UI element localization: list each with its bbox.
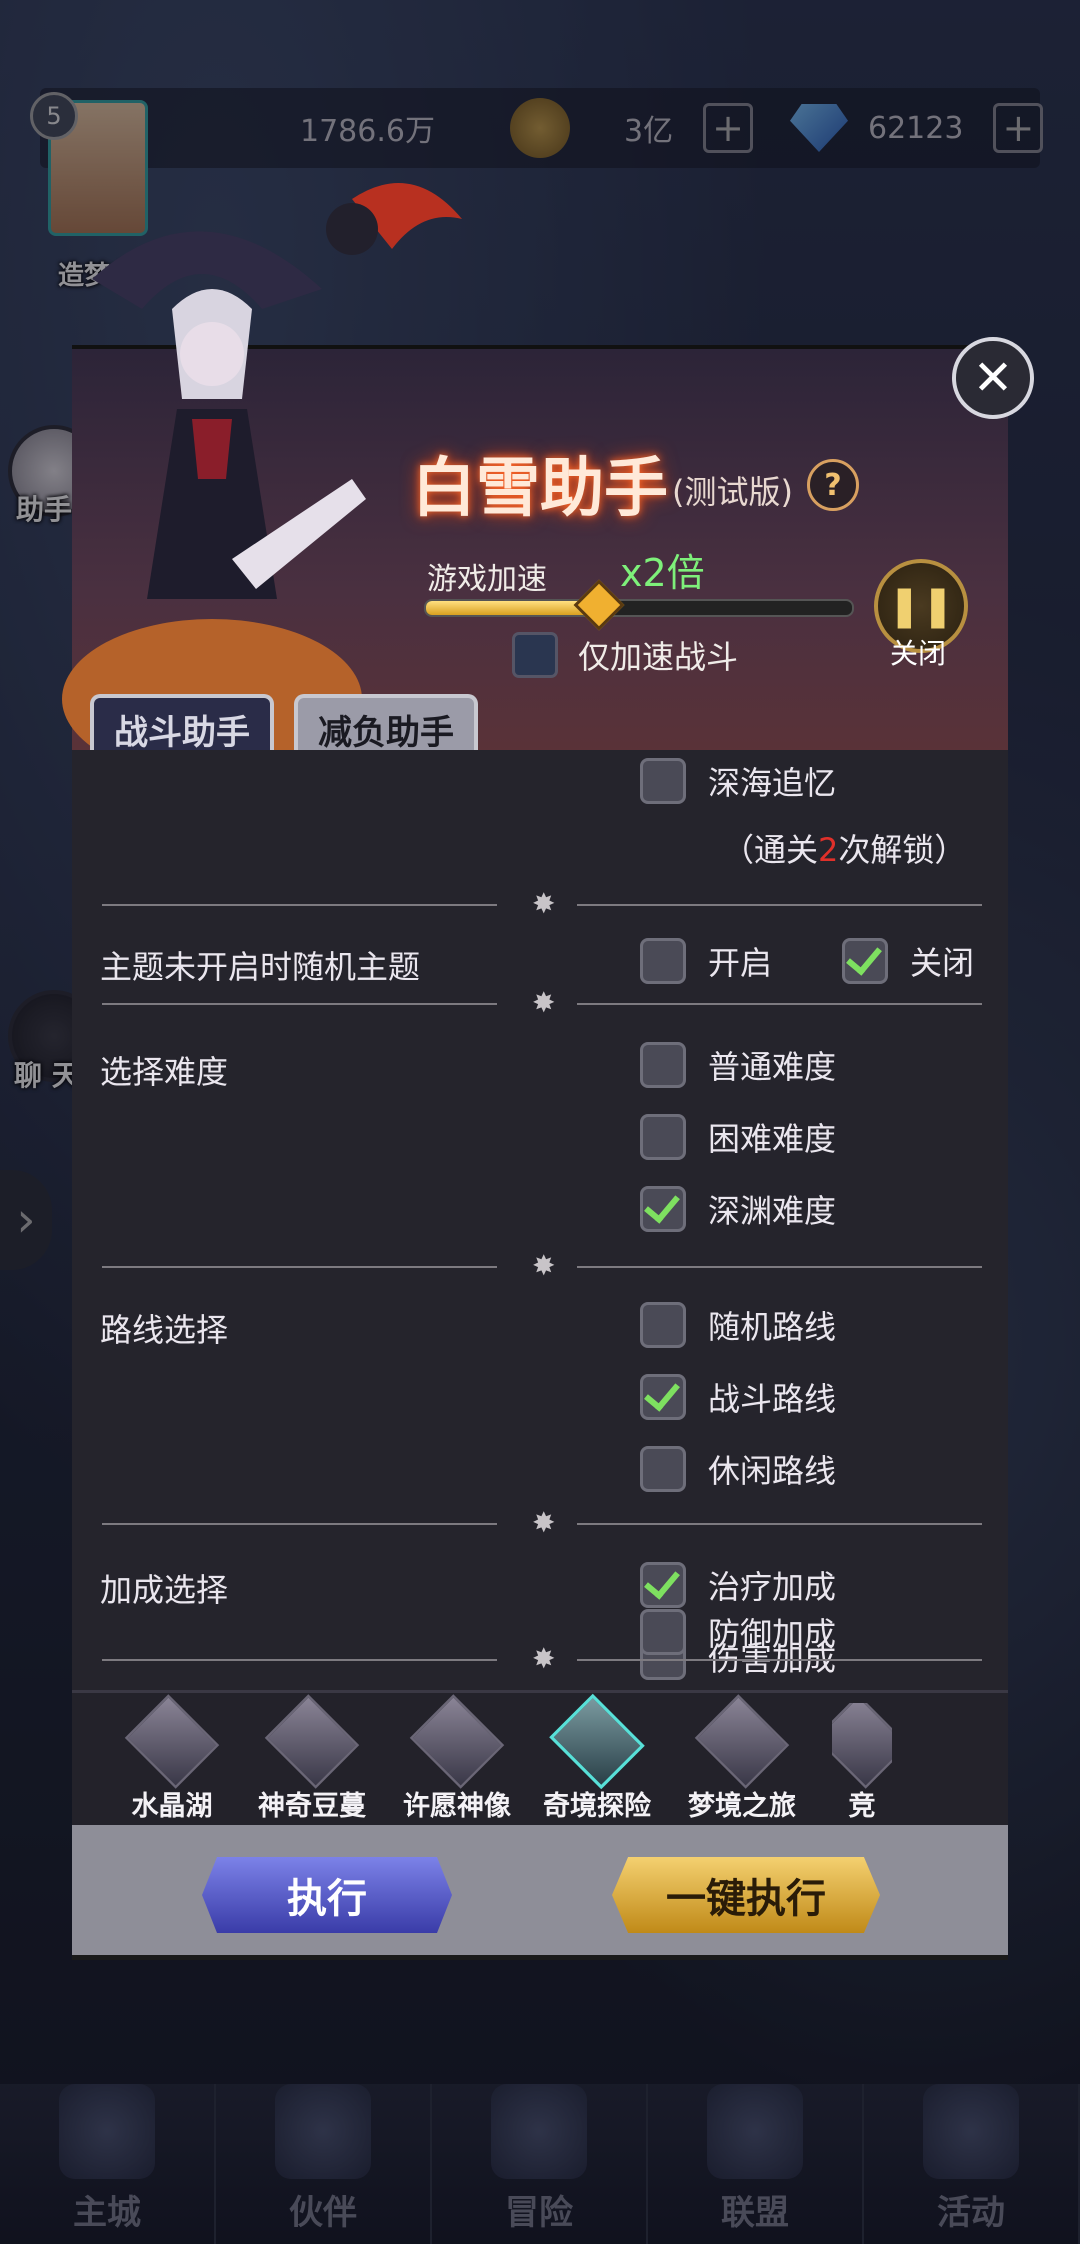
statue-icon: [409, 1694, 505, 1789]
battle-only-toggle[interactable]: 仅加速战斗: [512, 632, 738, 678]
bonus-heal-option[interactable]: 治疗加成: [640, 1562, 836, 1608]
difficulty-normal-option[interactable]: 普通难度: [640, 1042, 836, 1088]
difficulty-hard-option[interactable]: 困难难度: [640, 1114, 836, 1160]
dream-journey-icon: [694, 1694, 790, 1789]
checkbox[interactable]: [640, 758, 686, 804]
speed-slider-knob[interactable]: [573, 579, 625, 631]
bonus-label: 加成选择: [100, 1571, 229, 1609]
speed-slider[interactable]: [424, 579, 854, 631]
route-leisure-option[interactable]: 休闲路线: [640, 1446, 836, 1492]
mode-dream-journey[interactable]: 梦境之旅: [672, 1694, 812, 1823]
option-partial[interactable]: 深海追忆: [640, 758, 836, 804]
checkbox[interactable]: [640, 1562, 686, 1608]
divider: ✸: [102, 1249, 982, 1282]
checkbox[interactable]: [640, 1302, 686, 1348]
route-random-option[interactable]: 随机路线: [640, 1302, 836, 1348]
mode-selector: 水晶湖 神奇豆蔓 许愿神像 奇境探险 梦境之旅 竞: [72, 1690, 1008, 1828]
random-theme-on-option[interactable]: 开启: [640, 938, 772, 984]
checkbox[interactable]: [640, 1042, 686, 1088]
unlock-note: （通关2次解锁）: [722, 831, 967, 869]
arena-icon: [832, 1703, 892, 1789]
mode-wishing-statue[interactable]: 许愿神像: [387, 1694, 527, 1823]
random-theme-label: 主题未开启时随机主题: [100, 948, 421, 986]
route-label: 路线选择: [100, 1311, 229, 1349]
run-all-button[interactable]: 一键执行: [612, 1857, 880, 1933]
route-battle-option[interactable]: 战斗路线: [640, 1374, 836, 1420]
checkbox[interactable]: [640, 1446, 686, 1492]
divider: ✸: [102, 887, 982, 920]
difficulty-abyss-option[interactable]: 深渊难度: [640, 1186, 836, 1232]
mode-crystal-lake[interactable]: 水晶湖: [102, 1694, 242, 1823]
divider: ✸: [102, 1506, 982, 1539]
speed-value: x2倍: [620, 551, 705, 595]
adventure-icon: [549, 1693, 645, 1790]
panel-title: 白雪助手: [412, 452, 668, 526]
random-theme-off-option[interactable]: 关闭: [842, 938, 974, 984]
random-theme-off-checkbox[interactable]: [842, 938, 888, 984]
panel-subtitle: (测试版): [672, 473, 793, 511]
close-panel-button[interactable]: ✕: [952, 337, 1034, 419]
checkbox[interactable]: [640, 1114, 686, 1160]
run-button[interactable]: 执行: [202, 1857, 452, 1933]
random-theme-on-checkbox[interactable]: [640, 938, 686, 984]
beanstalk-icon: [264, 1694, 360, 1789]
battle-only-checkbox[interactable]: [512, 632, 558, 678]
help-icon[interactable]: ?: [807, 459, 859, 511]
crystal-lake-icon: [124, 1694, 220, 1789]
mode-magic-beanstalk[interactable]: 神奇豆蔓: [242, 1694, 382, 1823]
battle-only-label: 仅加速战斗: [578, 638, 739, 676]
checkbox[interactable]: [640, 1374, 686, 1420]
divider: ✸: [102, 986, 982, 1019]
divider: ✸: [102, 1642, 982, 1675]
action-bar: 执行 一键执行: [72, 1825, 1008, 1960]
vampire-character-illustration: [62, 183, 462, 759]
difficulty-label: 选择难度: [100, 1053, 229, 1091]
unlock-count: 2: [818, 831, 839, 869]
assistant-panel: 白雪助手 (测试版) ? ✕ 游戏加速 x2倍 仅加速战斗 ❚❚ 关闭 战斗助手…: [62, 183, 1034, 1960]
mode-wonderland-adventure[interactable]: 奇境探险: [527, 1693, 667, 1823]
speed-slider-fill: [426, 601, 597, 615]
checkbox[interactable]: [640, 1186, 686, 1232]
mode-partial[interactable]: 竞: [832, 1703, 892, 1823]
settings-list: 深海追忆 （通关2次解锁） ✸ 主题未开启时随机主题 开启 关闭 ✸ 选择难度 …: [72, 750, 1008, 1690]
panel-header: 白雪助手 (测试版) ? ✕ 游戏加速 x2倍 仅加速战斗 ❚❚ 关闭 战斗助手…: [62, 183, 1034, 760]
speed-label: 游戏加速: [427, 562, 547, 597]
pause-label: 关闭: [890, 637, 947, 670]
